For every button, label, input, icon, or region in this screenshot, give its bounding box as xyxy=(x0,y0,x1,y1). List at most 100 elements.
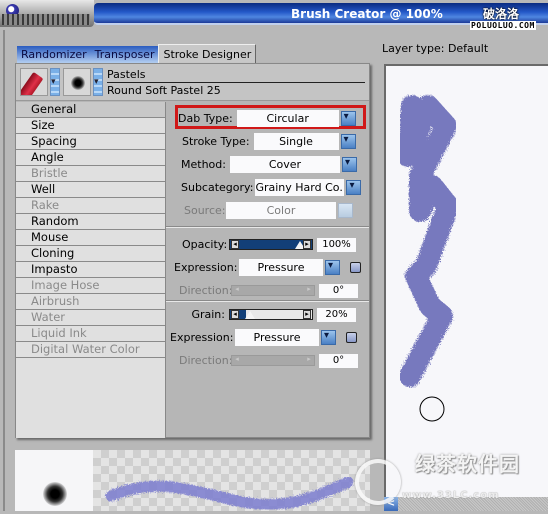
arrow-left-icon: ◂ xyxy=(235,285,239,293)
opacity-direction-slider: ◂ ▸ xyxy=(231,285,315,296)
stroke-preview-line xyxy=(105,476,354,510)
chevron-down-icon[interactable] xyxy=(346,180,362,195)
source-row: Source: Color xyxy=(184,202,353,219)
subcategory-select[interactable]: Grainy Hard Co... xyxy=(255,179,345,196)
list-item-cloning[interactable]: Cloning xyxy=(16,246,165,262)
opacity-expression-invert-checkbox[interactable] xyxy=(350,262,361,273)
list-item-well[interactable]: Well xyxy=(16,182,165,198)
list-item-size[interactable]: Size xyxy=(16,118,165,134)
brush-category-dropdown[interactable] xyxy=(50,68,60,96)
list-item-general[interactable]: General xyxy=(16,102,165,118)
dab-type-row: Dab Type: Circular xyxy=(178,110,356,127)
brush-variant-name: Round Soft Pastel 25 xyxy=(107,84,221,97)
subcategory-label: Subcategory: xyxy=(181,181,254,194)
list-item-liquid-ink: Liquid Ink xyxy=(16,326,165,342)
arrow-right-icon[interactable]: ▸ xyxy=(303,240,311,249)
dab-type-label: Dab Type: xyxy=(178,112,233,125)
brush-selector: Pastels Round Soft Pastel 25 xyxy=(16,64,369,101)
list-item-airbrush: Airbrush xyxy=(16,294,165,310)
grain-slider[interactable]: ◂ ▸ xyxy=(229,309,313,320)
opacity-label: Opacity: xyxy=(182,238,228,251)
opacity-expression-label: Expression: xyxy=(174,261,238,274)
list-item-mouse[interactable]: Mouse xyxy=(16,230,165,246)
chevron-down-icon xyxy=(338,203,353,218)
watermark-bottom-url: www.33LC.com xyxy=(402,490,500,501)
grain-row: Grain: ◂ ▸ 20% xyxy=(182,306,356,323)
watermark-top: 破洛洛 xyxy=(483,7,520,21)
list-item-angle[interactable]: Angle xyxy=(16,150,165,166)
pastel-icon xyxy=(21,71,44,95)
chevron-down-icon[interactable] xyxy=(321,330,336,345)
opacity-slider[interactable]: ◂ ▸ xyxy=(229,239,313,250)
tab-stroke-designer[interactable]: Stroke Designer xyxy=(158,44,257,63)
chevron-down-icon[interactable] xyxy=(325,260,340,275)
tab-randomizer[interactable]: Randomizer xyxy=(17,46,91,63)
list-item-water: Water xyxy=(16,310,165,326)
watermark-logo-icon xyxy=(355,459,401,505)
chevron-down-icon[interactable] xyxy=(341,157,357,172)
grain-direction-slider: ◂ ▸ xyxy=(231,355,315,366)
grain-expression-select[interactable]: Pressure xyxy=(235,329,319,346)
arrow-left-icon[interactable]: ◂ xyxy=(231,240,239,249)
watermark-bottom: 绿茶软件园 xyxy=(415,452,520,476)
opacity-direction-row: Direction: ◂ ▸ 0° xyxy=(179,282,358,299)
separator xyxy=(166,226,369,228)
stroke-type-label: Stroke Type: xyxy=(182,135,250,148)
chevron-down-icon[interactable] xyxy=(340,111,356,126)
arrow-right-icon[interactable]: ▸ xyxy=(303,310,311,319)
arrow-left-icon: ◂ xyxy=(235,355,239,363)
method-select[interactable]: Cover xyxy=(229,156,340,173)
chevron-down-icon[interactable] xyxy=(340,134,356,149)
list-item-random[interactable]: Random xyxy=(16,214,165,230)
opacity-direction-value: 0° xyxy=(319,283,358,298)
brush-cursor-icon xyxy=(419,396,445,422)
grain-expression-invert-checkbox[interactable] xyxy=(346,332,357,343)
opacity-row: Opacity: ◂ ▸ 100% xyxy=(182,236,356,253)
preview-brush-stroke xyxy=(397,95,459,387)
grain-slider-thumb[interactable] xyxy=(245,311,255,319)
preview-canvas[interactable] xyxy=(384,64,548,497)
stroke-designer-panel: Pastels Round Soft Pastel 25 General Siz… xyxy=(15,63,370,438)
grain-value[interactable]: 20% xyxy=(317,307,356,322)
arrow-left-icon[interactable]: ◂ xyxy=(231,310,239,319)
window-border xyxy=(3,30,5,511)
dab-preview-icon xyxy=(43,482,67,506)
subcategory-row: Subcategory: Grainy Hard Co... xyxy=(181,179,362,196)
tab-bar: Randomizer Transposer Stroke Designer xyxy=(17,44,257,63)
dab-thumbnail[interactable] xyxy=(63,68,91,96)
opacity-value[interactable]: 100% xyxy=(317,237,356,252)
method-row: Method: Cover xyxy=(181,156,357,173)
grip-icon xyxy=(2,14,90,25)
title-bar-handle[interactable] xyxy=(0,0,94,27)
arrow-right-icon: ▸ xyxy=(307,355,311,363)
dab-icon xyxy=(71,76,85,90)
stroke-type-select[interactable]: Single xyxy=(253,133,339,150)
list-item-rake: Rake xyxy=(16,198,165,214)
dab-type-select[interactable]: Circular xyxy=(236,110,339,127)
layer-type-label: Layer type: Default xyxy=(382,42,489,55)
watermark-top-url: POLUOLUO.COM xyxy=(470,21,536,30)
brush-category-thumbnail[interactable] xyxy=(20,68,48,96)
grain-expression-label: Expression: xyxy=(170,331,234,344)
list-item-image-hose: Image Hose xyxy=(16,278,165,294)
title-bar: Brush Creator @ 100% 破洛洛 POLUOLUO.COM xyxy=(0,0,548,30)
separator xyxy=(166,300,369,302)
category-list: General Size Spacing Angle Bristle Well … xyxy=(16,102,166,438)
grain-expression-row: Expression: Pressure xyxy=(170,329,357,346)
tab-transposer[interactable]: Transposer xyxy=(90,46,159,63)
grain-direction-row: Direction: ◂ ▸ 0° xyxy=(179,352,358,369)
stroke-preview-area xyxy=(93,450,370,511)
opacity-direction-label: Direction: xyxy=(179,284,233,297)
source-select: Color xyxy=(226,202,336,219)
list-item-spacing[interactable]: Spacing xyxy=(16,134,165,150)
opacity-expression-select[interactable]: Pressure xyxy=(239,259,323,276)
list-item-bristle: Bristle xyxy=(16,166,165,182)
stroke-type-row: Stroke Type: Single xyxy=(182,133,356,150)
source-label: Source: xyxy=(184,204,226,217)
stroke-preview xyxy=(15,450,370,511)
list-item-impasto[interactable]: Impasto xyxy=(16,262,165,278)
dab-dropdown[interactable] xyxy=(93,68,103,96)
preview-stroke-svg xyxy=(397,95,459,422)
method-label: Method: xyxy=(181,158,226,171)
general-controls: Dab Type: Circular Stroke Type: Single M… xyxy=(166,102,369,438)
